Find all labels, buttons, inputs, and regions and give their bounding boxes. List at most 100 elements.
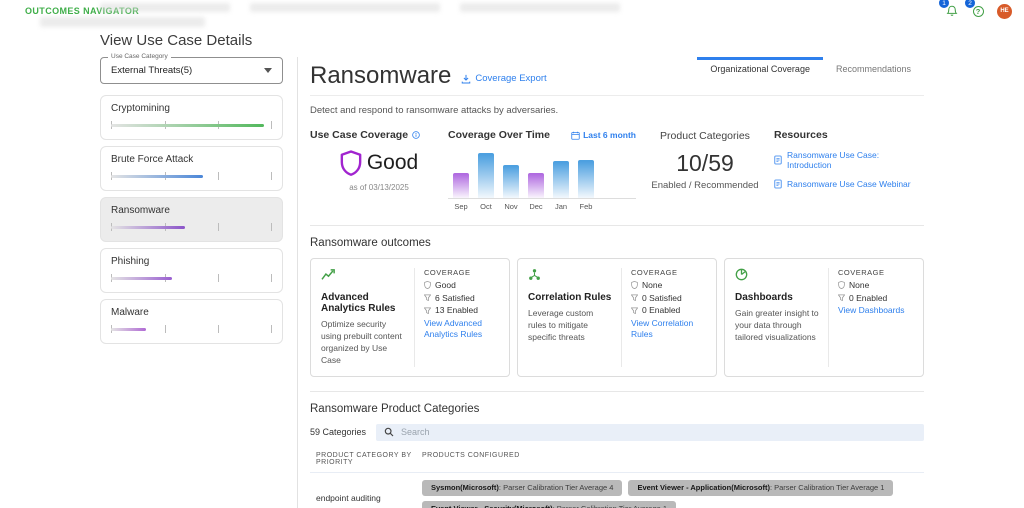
metrics-row: Use Case Coverage Good as of 03/13/2025 … (310, 126, 924, 226)
slider-tick (271, 325, 272, 333)
avatar[interactable]: HE (997, 3, 1012, 19)
use-case-label: Ransomware (111, 205, 170, 216)
chart-bar-feb (578, 159, 594, 198)
coverage-over-time-section: Coverage Over Time Last 6 month Sep Oct No… (448, 129, 636, 211)
coverage-label: COVERAGE (838, 268, 885, 277)
chart-tick-label: Feb (579, 202, 593, 211)
resource-link-ransomware-use-case-webinar[interactable]: Ransomware Use Case Webinar (774, 179, 924, 189)
product-chip-event-viewer-application-microsoft[interactable]: Event Viewer - Application(Microsoft): P… (628, 479, 894, 496)
coverage-chart (448, 149, 636, 199)
table-header: PRODUCT CATEGORY BY PRIORITY PRODUCTS CO… (310, 449, 924, 472)
chart-tick-label: Nov (504, 202, 518, 211)
product-chip-sysmon-microsoft[interactable]: Sysmon(Microsoft): Parser Calibration Ti… (422, 479, 623, 496)
coverage-stat: 13 Enabled (424, 305, 499, 315)
app-window: OUTCOMES NAVIGATOR 1 2 ? HE View Use Cas… (0, 0, 1024, 508)
outcome-card-left: Advanced Analytics Rules Optimize securit… (321, 268, 414, 367)
outcome-card-title: Advanced Analytics Rules (321, 292, 396, 314)
outcomes-heading: Ransomware outcomes (310, 237, 431, 249)
column-header-products: PRODUCTS CONFIGURED (422, 451, 520, 459)
coverage-stat-text: 6 Satisfied (435, 292, 475, 303)
outcome-card-coverage: COVERAGE None 0 Satisfied 0 Enabled View Cor… (621, 268, 706, 367)
product-categories-caption: Enabled / Recommended (651, 180, 759, 191)
product-table-body: endpoint auditing Sysmon(Microsoft): Pars… (310, 471, 924, 508)
product-categories-heading: Product Categories (660, 130, 750, 142)
slider-tick (271, 274, 272, 282)
view-link-advanced-analytics-rules[interactable]: View Advanced Analytics Rules (424, 318, 499, 341)
time-range-button[interactable]: Last 6 month (571, 130, 636, 140)
category-cell: endpoint auditing (316, 493, 381, 504)
slider-tick (271, 223, 272, 231)
resource-link-ransomware-use-case-introduction[interactable]: Ransomware Use Case: Introduction (774, 150, 924, 170)
page-title: View Use Case Details (100, 32, 253, 49)
chart-bar-nov (503, 164, 519, 198)
use-case-card-malware[interactable]: Malware (100, 299, 283, 344)
use-case-category-value: External Threats(5) (111, 65, 193, 76)
table-row-endpoint-auditing: endpoint auditing Sysmon(Microsoft): Pars… (310, 471, 924, 508)
outcome-cards: Advanced Analytics Rules Optimize securit… (310, 258, 924, 392)
outcome-card-coverage: COVERAGE Good 6 Satisfied 13 Enabled View Ad… (414, 268, 499, 367)
coverage-stat: 6 Satisfied (424, 293, 499, 303)
use-case-label: Brute Force Attack (111, 154, 194, 165)
topbar: OUTCOMES NAVIGATOR 1 2 ? HE (0, 0, 1024, 19)
use-case-list: Cryptomining Brute Force Attack Ransomware… (100, 95, 283, 344)
slider-tick (218, 325, 220, 333)
outcome-card-description: Leverage custom rules to mitigate specif… (528, 308, 594, 342)
use-case-category-select[interactable]: Use Case Category External Threats(5) (100, 53, 283, 84)
chart-bar-oct (478, 152, 494, 198)
title-row: Ransomware Coverage Export (310, 57, 547, 95)
coverage-stat-text: 0 Enabled (849, 292, 888, 303)
use-case-card-brute-force-attack[interactable]: Brute Force Attack (100, 146, 283, 191)
slider-tick (218, 223, 220, 231)
product-categories-value: 10/59 (676, 150, 734, 176)
coverage-over-time-heading: Coverage Over Time (448, 129, 550, 141)
products-cell: Sysmon(Microsoft): Parser Calibration Ti… (422, 478, 924, 508)
info-icon[interactable] (412, 131, 420, 139)
coverage-export-button[interactable]: Coverage Export (461, 73, 547, 84)
tab-recommendations[interactable]: Recommendations (823, 57, 924, 84)
chevron-down-icon (264, 68, 272, 73)
coverage-slider (111, 223, 272, 231)
redacted-blur (40, 17, 205, 27)
calendar-icon (571, 131, 580, 140)
chart-tick-label: Jan (554, 202, 568, 211)
coverage-stat-text: 13 Enabled (435, 305, 479, 315)
use-case-coverage-section: Use Case Coverage Good as of 03/13/2025 (310, 129, 448, 211)
coverage-status: Good (310, 150, 448, 176)
coverage-bar (111, 123, 264, 127)
outcome-card-title: Correlation Rules (528, 292, 612, 303)
redacted-blur (460, 3, 620, 12)
column-header-category: PRODUCT CATEGORY BY PRIORITY (316, 451, 412, 466)
slider-tick (164, 325, 166, 333)
use-case-card-cryptomining[interactable]: Cryptomining (100, 95, 283, 140)
main-header: Ransomware Coverage Export Organizationa… (310, 57, 924, 96)
product-chip-event-viewer-security-microsoft[interactable]: Event Viewer - Security(Microsoft): Pars… (422, 500, 677, 508)
use-case-title: Ransomware (310, 62, 452, 89)
outcome-card-advanced-analytics-rules: Advanced Analytics Rules Optimize securit… (310, 258, 510, 377)
shield-icon (340, 150, 362, 176)
view-link-dashboards[interactable]: View Dashboards (838, 305, 913, 316)
coverage-chart-labels: Sep Oct Nov Dec Jan Feb (448, 202, 636, 211)
use-case-card-phishing[interactable]: Phishing (100, 248, 283, 293)
slider-tick (271, 121, 272, 129)
main-panel: Ransomware Coverage Export Organizationa… (297, 57, 924, 508)
sidebar: Use Case Category External Threats(5) Cr… (100, 53, 283, 350)
coverage-slider (111, 325, 272, 333)
product-table-heading: Ransomware Product Categories (310, 402, 480, 415)
search-input[interactable] (401, 427, 916, 438)
slider-tick (218, 274, 220, 282)
notifications-button[interactable]: 1 (939, 0, 959, 18)
shield-icon (631, 281, 638, 289)
coverage-stat-text: 0 Enabled (642, 305, 681, 315)
funnel-icon (631, 294, 638, 301)
tab-organizational-coverage[interactable]: Organizational Coverage (697, 57, 823, 84)
coverage-stat: None (838, 280, 913, 290)
pie-icon (735, 268, 748, 281)
coverage-stat: 0 Enabled (631, 305, 706, 315)
coverage-bar (111, 225, 186, 229)
coverage-label: COVERAGE (424, 268, 471, 277)
help-button[interactable]: 2 ? (965, 0, 985, 18)
content: Use Case Category External Threats(5) Cr… (0, 53, 1024, 508)
use-case-card-ransomware[interactable]: Ransomware (100, 197, 283, 242)
coverage-stat-text: None (642, 280, 663, 290)
view-link-correlation-rules[interactable]: View Correlation Rules (631, 318, 706, 341)
